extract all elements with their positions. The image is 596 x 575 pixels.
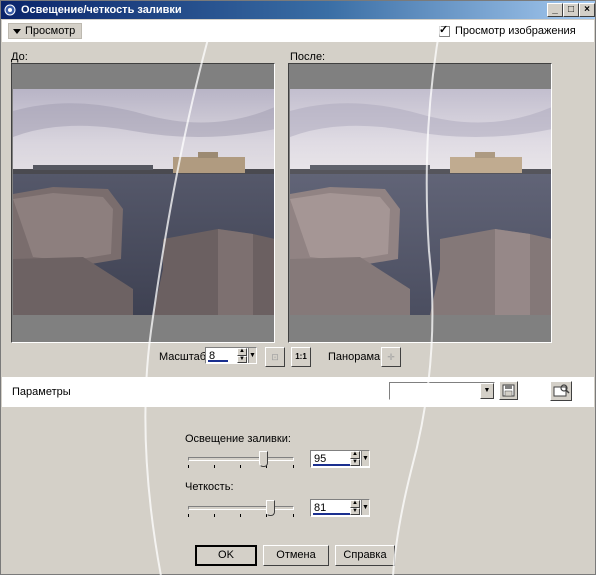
preview-dropdown-button[interactable]: Просмотр — [8, 23, 83, 39]
fill-light-up-icon[interactable]: ▲ — [350, 451, 360, 459]
fill-light-slider[interactable] — [188, 450, 294, 470]
zoom-row: Масштаб: 8 ▲ ▼ ▼ ⊡ 1:1 Панорама: ✛ — [1, 347, 596, 367]
sharpness-stepper[interactable]: ▲ ▼ — [350, 500, 360, 515]
preview-image-toggle[interactable]: ✓ Просмотр изображения — [439, 23, 576, 37]
sharpness-up-icon[interactable]: ▲ — [350, 500, 360, 508]
help-button[interactable]: Справка — [335, 545, 395, 566]
title-bar[interactable]: Освещение/четкость заливки _ □ × — [1, 1, 595, 19]
close-button[interactable]: × — [579, 3, 595, 17]
before-preview-pane[interactable] — [11, 63, 275, 343]
maximize-button[interactable]: □ — [563, 3, 579, 17]
fill-light-thumb[interactable] — [259, 451, 268, 467]
fill-light-stepper[interactable]: ▲ ▼ — [350, 451, 360, 466]
window-title: Освещение/четкость заливки — [21, 4, 182, 16]
sharpness-down-icon[interactable]: ▼ — [350, 507, 360, 515]
pan-label: Панорама: — [328, 351, 384, 363]
fill-light-down-icon[interactable]: ▼ — [350, 458, 360, 466]
after-photo — [290, 89, 551, 315]
fill-light-underline — [313, 464, 351, 466]
fill-light-dropdown-icon[interactable]: ▼ — [361, 451, 369, 466]
sharpness-label: Четкость: — [185, 481, 234, 493]
before-label: До: — [11, 51, 28, 63]
fill-light-ticks — [188, 465, 294, 469]
zoom-label: Масштаб: — [159, 351, 210, 363]
preview-image-label: Просмотр изображения — [455, 25, 576, 37]
fill-light-label: Освещение заливки: — [185, 433, 291, 445]
zoom-up-icon[interactable]: ▲ — [237, 348, 247, 356]
cancel-button[interactable]: Отмена — [263, 545, 329, 566]
save-icon — [502, 384, 515, 397]
zoom-dropdown-icon[interactable]: ▼ — [248, 348, 256, 363]
fill-light-spinner[interactable]: 95 ▲ ▼ ▼ — [310, 450, 370, 468]
chevron-down-icon[interactable]: ▼ — [480, 383, 494, 399]
sharpness-spinner[interactable]: 81 ▲ ▼ ▼ — [310, 499, 370, 517]
fill-light-track[interactable] — [188, 457, 294, 461]
before-photo — [13, 89, 274, 315]
sharpness-slider[interactable] — [188, 499, 294, 519]
fit-icon[interactable]: ⊡ — [265, 347, 285, 367]
preview-image-checkbox[interactable]: ✓ — [439, 23, 450, 37]
zoom-down-icon[interactable]: ▼ — [237, 355, 247, 363]
save-preset-button[interactable] — [499, 381, 518, 400]
load-preset-button[interactable] — [550, 381, 572, 401]
sharpness-track[interactable] — [188, 506, 294, 510]
parameters-label: Параметры — [12, 386, 71, 398]
load-preset-icon — [553, 384, 570, 397]
after-preview-pane[interactable] — [288, 63, 552, 343]
sharpness-thumb[interactable] — [266, 500, 275, 516]
sharpness-ticks — [188, 514, 294, 518]
sharpness-dropdown-icon[interactable]: ▼ — [361, 500, 369, 515]
zoom-spinner[interactable]: 8 ▲ ▼ ▼ — [205, 347, 257, 364]
preview-button-label: Просмотр — [25, 25, 76, 37]
sharpness-underline — [313, 513, 351, 515]
dropdown-arrow-icon — [13, 28, 21, 34]
dialog-window: Освещение/четкость заливки _ □ × Просмот… — [0, 0, 596, 575]
zoom-stepper[interactable]: ▲ ▼ — [237, 348, 247, 363]
preset-select[interactable]: ▼ — [389, 382, 495, 400]
checkmark-icon: ✓ — [439, 23, 449, 36]
zoom-value-underline — [208, 360, 228, 362]
one-to-one-button[interactable]: 1:1 — [291, 347, 311, 367]
app-icon — [4, 4, 16, 16]
preview-toolbar: Просмотр ✓ Просмотр изображения — [2, 20, 594, 42]
pan-icon[interactable]: ✛ — [381, 347, 401, 367]
after-label: После: — [290, 51, 326, 63]
minimize-button[interactable]: _ — [547, 3, 563, 17]
parameters-bar: Параметры ▼ — [2, 377, 594, 407]
ok-button[interactable]: OK — [195, 545, 257, 566]
